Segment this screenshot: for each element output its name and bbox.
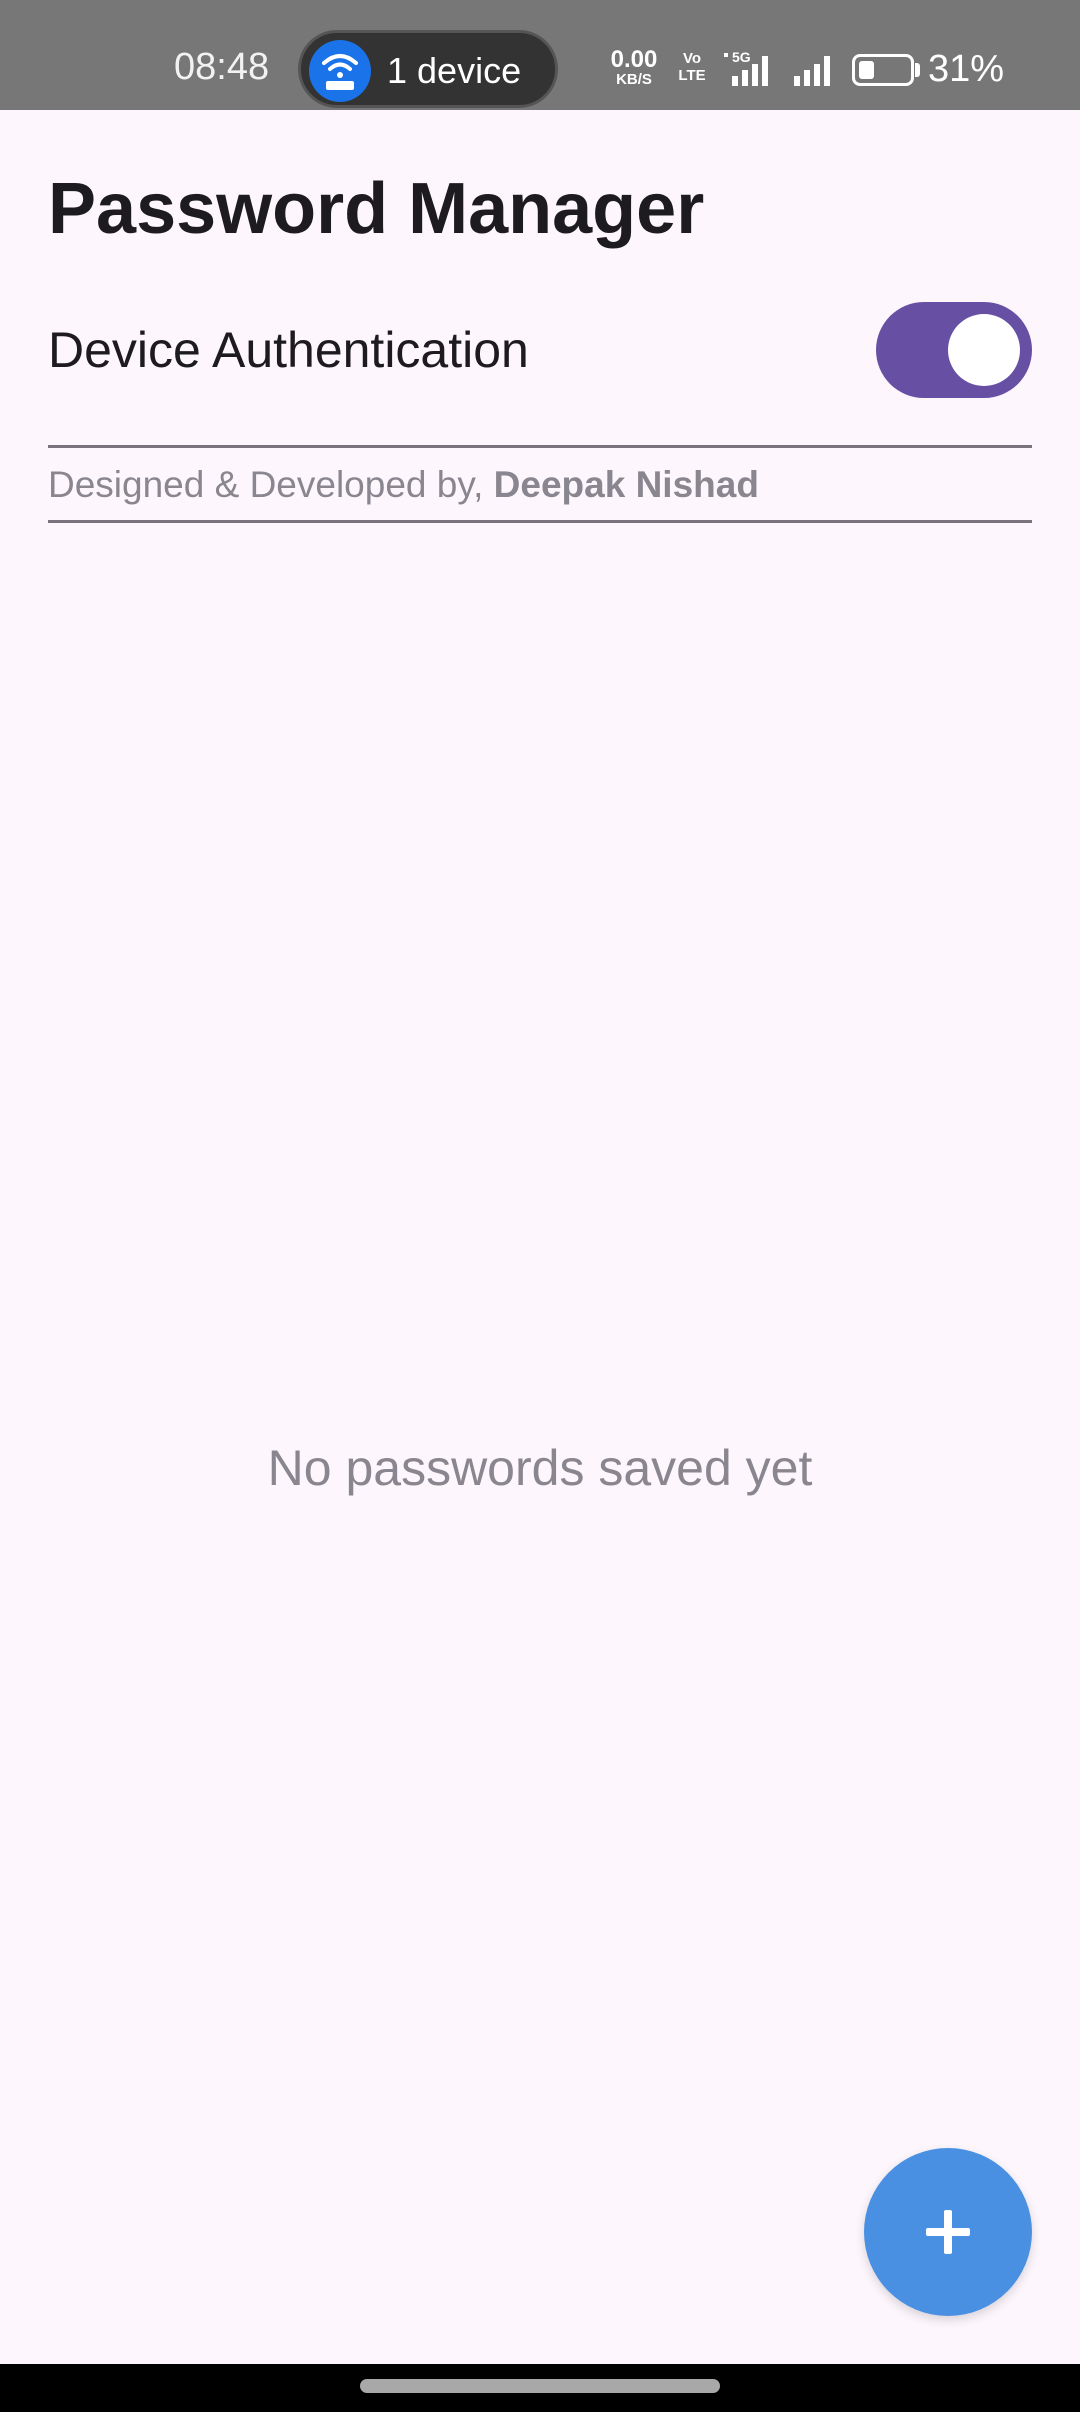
- status-time: 08:48: [174, 46, 270, 88]
- volte-bottom: LTE: [678, 67, 706, 84]
- divider-bottom: [48, 520, 1032, 523]
- credit-prefix: Designed & Developed by,: [48, 464, 484, 505]
- credit-line: Designed & Developed by, Deepak Nishad: [48, 462, 759, 508]
- network-speed-value: 0.00: [610, 46, 658, 73]
- network-speed: 0.00 KB/S: [606, 48, 662, 88]
- home-gesture-handle[interactable]: [360, 2379, 720, 2393]
- battery-level: [859, 61, 874, 79]
- network-speed-unit: KB/S: [616, 71, 652, 88]
- hotspot-chip[interactable]: 1 device: [298, 30, 558, 108]
- battery-percent: 31%: [928, 48, 1005, 90]
- hotspot-label: 1 device: [387, 50, 522, 91]
- plus-icon: [926, 2210, 970, 2254]
- add-password-button[interactable]: [864, 2148, 1032, 2316]
- device-auth-toggle[interactable]: [876, 302, 1032, 398]
- device-auth-label: Device Authentication: [48, 322, 529, 378]
- page-title: Password Manager: [48, 169, 705, 249]
- hotspot-icon: [309, 40, 371, 102]
- battery-tip: [915, 63, 920, 77]
- empty-state-message: No passwords saved yet: [267, 1440, 813, 1496]
- status-bar: 08:48 1 device 0.00 KB/S Vo LTE 5G 31%: [0, 0, 1080, 110]
- navigation-bar: [0, 2364, 1080, 2412]
- signal-icon: [794, 56, 830, 86]
- signal-5g-icon: 5G: [724, 50, 768, 86]
- volte-icon: Vo LTE: [672, 50, 712, 84]
- battery-icon: [852, 54, 914, 86]
- credit-author: Deepak Nishad: [493, 464, 759, 505]
- volte-top: Vo: [682, 50, 702, 67]
- divider-top: [48, 445, 1032, 448]
- network-type-label: 5G: [732, 50, 751, 65]
- toggle-knob: [948, 314, 1020, 386]
